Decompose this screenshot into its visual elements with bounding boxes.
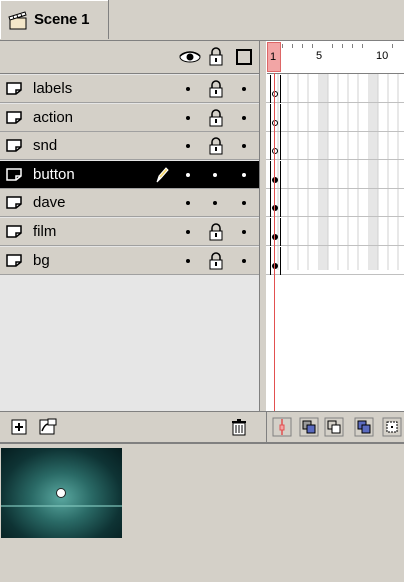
keyframe-empty: [272, 120, 278, 126]
keyframe-empty: [272, 148, 278, 154]
stage-button-dot[interactable]: [56, 488, 66, 498]
edit-multiple-frames-icon[interactable]: [354, 417, 374, 437]
outline-dot[interactable]: [242, 173, 246, 177]
playhead[interactable]: 1: [267, 42, 281, 72]
layer-name: action: [33, 109, 74, 126]
layer-icon: [6, 225, 22, 238]
layer-row-button[interactable]: button: [0, 161, 259, 189]
ruler-tick: [302, 44, 303, 48]
layer-row-snd[interactable]: snd: [0, 132, 259, 160]
frame-row-snd[interactable]: [266, 132, 404, 160]
layer-icon: [6, 254, 22, 267]
frame-row-film[interactable]: [266, 218, 404, 246]
layer-name: snd: [33, 137, 58, 154]
insert-layer-icon[interactable]: [10, 417, 30, 437]
ruler-tick: [282, 44, 283, 48]
keyframe-cell[interactable]: [270, 132, 281, 160]
ruler-tick: [362, 44, 363, 48]
visibility-dot[interactable]: [186, 87, 190, 91]
frame-row-dave[interactable]: [266, 189, 404, 217]
layer-name: bg: [33, 252, 50, 269]
ruler-tick: [352, 44, 353, 48]
modify-onion-markers-icon[interactable]: [382, 417, 402, 437]
eye-icon[interactable]: [179, 50, 201, 64]
outline-dot[interactable]: [242, 201, 246, 205]
stage-horizon-line: [1, 505, 122, 507]
outline-dot[interactable]: [242, 259, 246, 263]
keyframe-cell[interactable]: [270, 161, 281, 189]
scene-label: Scene 1: [34, 11, 90, 28]
keyframe-empty: [272, 91, 278, 97]
timeline-toolbar: [0, 411, 404, 442]
add-motion-guide-icon[interactable]: [38, 417, 58, 437]
ruler-tick: [332, 44, 333, 48]
frame-ruler[interactable]: 5 10: [266, 41, 404, 74]
keyframe-cell[interactable]: [270, 189, 281, 217]
keyframe-filled: [272, 177, 278, 183]
keyframe-filled: [272, 205, 278, 211]
scene-tab[interactable]: Scene 1: [0, 0, 109, 39]
lock-icon[interactable]: [209, 137, 223, 155]
playhead-line: [274, 73, 275, 411]
lock-icon[interactable]: [209, 223, 223, 241]
layer-icon: [6, 111, 22, 124]
keyframe-cell[interactable]: [270, 104, 281, 132]
toolbar-divider: [266, 412, 267, 442]
lock-icon[interactable]: [209, 80, 223, 98]
pencil-icon: [156, 167, 169, 183]
ruler-label-10: 10: [376, 50, 389, 62]
onion-skin-outlines-icon[interactable]: [324, 417, 344, 437]
layer-row-labels[interactable]: labels: [0, 75, 259, 103]
layer-icon: [6, 139, 22, 152]
keyframe-cell[interactable]: [270, 218, 281, 246]
outline-dot[interactable]: [242, 116, 246, 120]
lock-dot[interactable]: [213, 173, 217, 177]
layer-icon: [6, 168, 22, 181]
clapperboard-icon: [8, 11, 27, 30]
visibility-dot[interactable]: [186, 173, 190, 177]
keyframe-cell[interactable]: [270, 75, 281, 103]
frame-row-labels[interactable]: [266, 75, 404, 103]
layer-name: dave: [33, 194, 66, 211]
frame-row-action[interactable]: [266, 104, 404, 132]
ruler-tick: [342, 44, 343, 48]
onion-skin-icon[interactable]: [299, 417, 319, 437]
ruler-label-5: 5: [316, 50, 323, 62]
keyframe-filled: [272, 263, 278, 269]
ruler-tick: [312, 44, 313, 48]
layer-name: button: [33, 166, 75, 183]
layer-name: film: [33, 223, 57, 240]
layer-row-bg[interactable]: bg: [0, 247, 259, 275]
outline-icon[interactable]: [236, 49, 252, 65]
visibility-dot[interactable]: [186, 116, 190, 120]
layer-row-action[interactable]: action: [0, 104, 259, 132]
outline-dot[interactable]: [242, 144, 246, 148]
frame-row-button[interactable]: [266, 161, 404, 189]
visibility-dot[interactable]: [186, 259, 190, 263]
frame-row-bg[interactable]: [266, 247, 404, 275]
delete-layer-icon[interactable]: [229, 417, 249, 437]
keyframe-filled: [272, 234, 278, 240]
lock-icon[interactable]: [209, 109, 223, 127]
outline-dot[interactable]: [242, 230, 246, 234]
layer-icon: [6, 82, 22, 95]
keyframe-cell[interactable]: [270, 247, 281, 275]
ruler-tick: [292, 44, 293, 48]
center-frame-icon[interactable]: [272, 417, 292, 437]
layer-icon: [6, 196, 22, 209]
layer-row-film[interactable]: film: [0, 218, 259, 246]
visibility-dot[interactable]: [186, 230, 190, 234]
ruler-label-1: 1: [270, 51, 277, 63]
layer-row-dave[interactable]: dave: [0, 189, 259, 217]
layer-name: labels: [33, 80, 73, 97]
ruler-tick: [392, 44, 393, 48]
lock-icon[interactable]: [209, 252, 223, 270]
outline-dot[interactable]: [242, 87, 246, 91]
lock-icon[interactable]: [208, 47, 224, 66]
lock-dot[interactable]: [213, 201, 217, 205]
visibility-dot[interactable]: [186, 201, 190, 205]
visibility-dot[interactable]: [186, 144, 190, 148]
